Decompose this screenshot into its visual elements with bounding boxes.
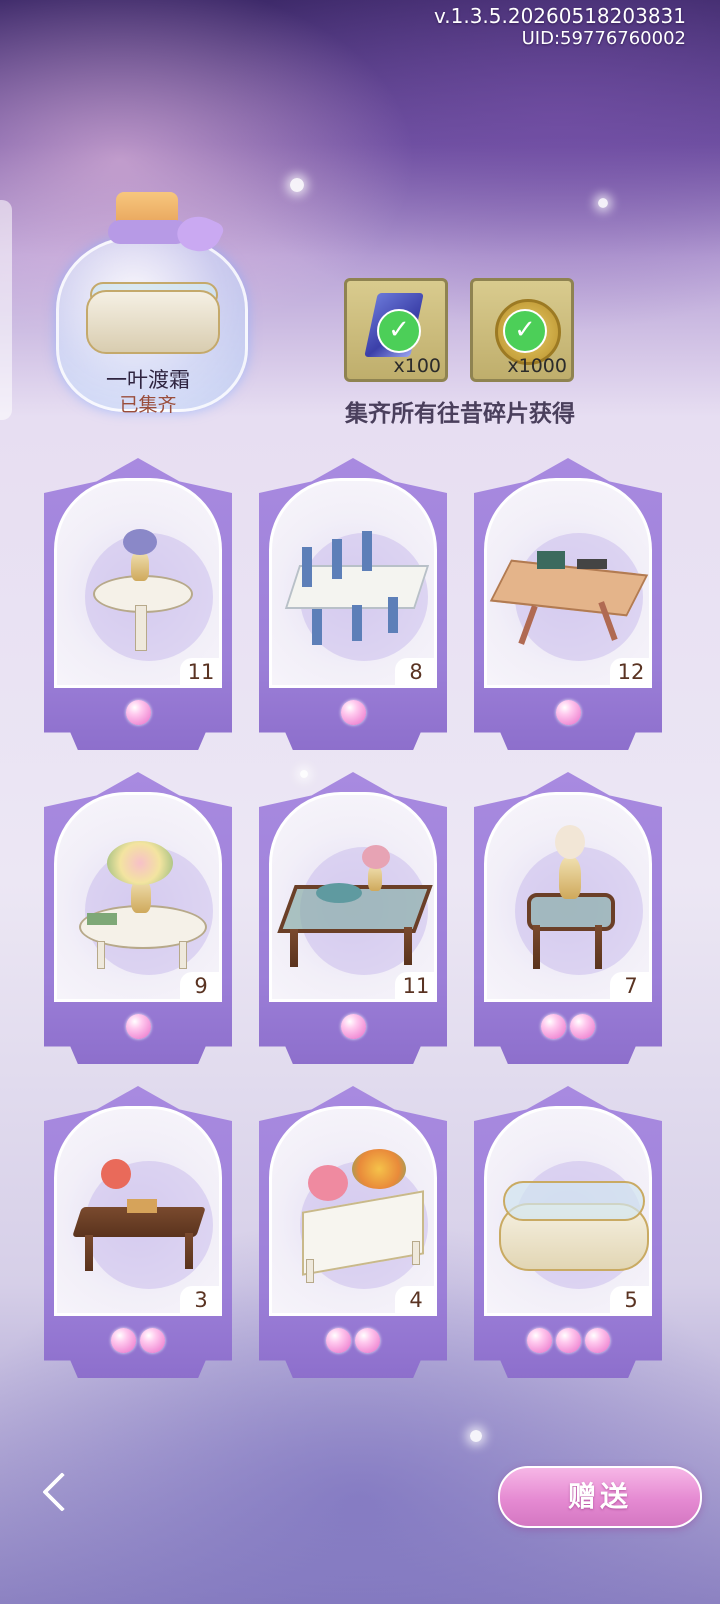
- furniture-card[interactable]: 4: [259, 1086, 447, 1378]
- pearl-rating: [259, 700, 447, 728]
- card-count: 12: [610, 658, 652, 686]
- pearl-rating: [474, 1014, 662, 1042]
- card-count: 7: [610, 972, 652, 1000]
- check-icon: ✓: [377, 309, 421, 353]
- pearl-icon: [355, 1328, 380, 1353]
- uid-text: UID:59776760002: [521, 28, 686, 49]
- furniture-card[interactable]: 8: [259, 458, 447, 750]
- reward-item-coin[interactable]: ✓ x1000: [470, 278, 574, 382]
- pearl-icon: [541, 1014, 566, 1039]
- reward-quantity: x1000: [507, 355, 567, 377]
- pearl-rating: [474, 700, 662, 728]
- pearl-rating: [44, 1014, 232, 1042]
- version-text: v.1.3.5.20260518203831: [433, 4, 686, 28]
- card-count: 9: [180, 972, 222, 1000]
- pearl-icon: [140, 1328, 165, 1353]
- pearl-icon: [125, 700, 151, 725]
- furniture-card[interactable]: 5: [474, 1086, 662, 1378]
- furniture-card[interactable]: 11: [259, 772, 447, 1064]
- check-icon: ✓: [503, 309, 547, 353]
- furniture-card[interactable]: 9: [44, 772, 232, 1064]
- card-count: 11: [180, 658, 222, 686]
- pearl-icon: [526, 1328, 552, 1353]
- pearl-rating: [259, 1328, 447, 1356]
- pearl-icon: [570, 1014, 595, 1039]
- collection-status: 已集齐: [119, 394, 177, 416]
- pearl-icon: [326, 1328, 351, 1353]
- pearl-rating: [44, 700, 232, 728]
- pearl-rating: [44, 1328, 232, 1356]
- pearl-icon: [340, 1014, 366, 1039]
- reward-quantity: x100: [393, 355, 441, 377]
- furniture-card[interactable]: 11: [44, 458, 232, 750]
- tea-set-icon: [316, 883, 362, 903]
- give-button[interactable]: 赠送: [498, 1466, 702, 1528]
- pearl-icon: [555, 1328, 581, 1353]
- display-counter-icon: [86, 290, 220, 354]
- back-button[interactable]: [34, 1470, 84, 1520]
- furniture-card[interactable]: 7: [474, 772, 662, 1064]
- furniture-card[interactable]: 12: [474, 458, 662, 750]
- pearl-rating: [259, 1014, 447, 1042]
- pearl-icon: [125, 1014, 151, 1039]
- butterfly-sparkle-icon: [290, 178, 304, 192]
- furniture-card[interactable]: 3: [44, 1086, 232, 1378]
- pearl-icon: [584, 1328, 610, 1353]
- collection-bottle[interactable]: 一叶渡霜 已集齐: [50, 190, 250, 425]
- pearl-rating: [474, 1328, 662, 1356]
- reward-item-shard[interactable]: ✓ x100: [344, 278, 448, 382]
- reward-caption: 集齐所有往昔碎片获得: [345, 401, 575, 427]
- card-count: 4: [395, 1286, 437, 1314]
- pearl-icon: [555, 700, 581, 725]
- butterfly-sparkle-icon: [470, 1430, 482, 1442]
- pearl-icon: [340, 700, 366, 725]
- pearl-icon: [111, 1328, 136, 1353]
- butterfly-sparkle-icon: [598, 198, 608, 208]
- card-count: 11: [395, 972, 437, 1000]
- card-count: 8: [395, 658, 437, 686]
- side-drawer-tab[interactable]: [0, 200, 12, 420]
- card-count: 5: [610, 1286, 652, 1314]
- card-count: 3: [180, 1286, 222, 1314]
